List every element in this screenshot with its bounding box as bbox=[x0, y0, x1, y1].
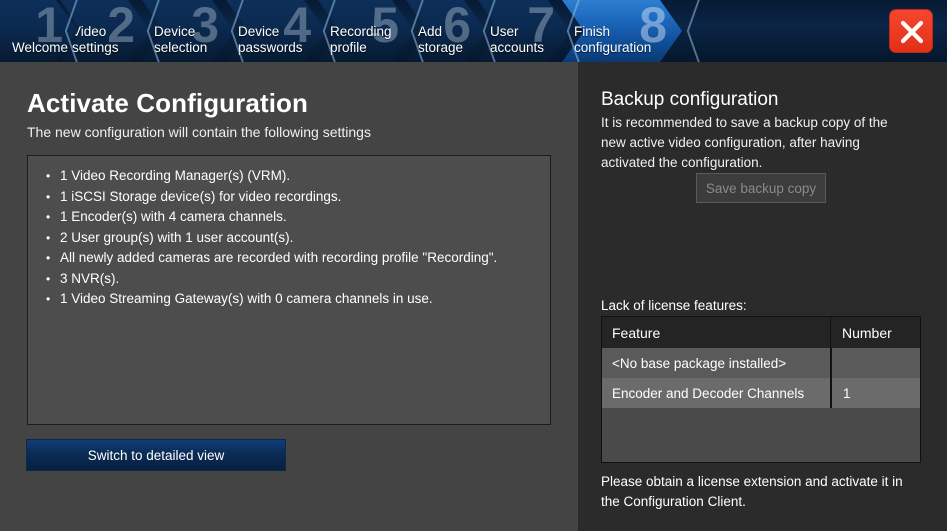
settings-list-item: All newly added cameras are recorded wit… bbox=[28, 248, 550, 269]
wizard-step-4[interactable]: 4 Device passwords bbox=[226, 0, 326, 62]
wizard-step-separator bbox=[686, 31, 702, 62]
switch-to-detailed-view-button[interactable]: Switch to detailed view bbox=[26, 439, 286, 471]
configuration-wizard-window: 1 Welcome 2 Video settings 3 Device selection… bbox=[0, 0, 947, 531]
table-header-number: Number bbox=[830, 317, 920, 348]
save-backup-copy-button[interactable]: Save backup copy bbox=[696, 173, 826, 203]
license-note: Please obtain a license extension and ac… bbox=[601, 474, 903, 509]
close-button[interactable] bbox=[889, 9, 933, 53]
backup-configuration-title: Backup configuration bbox=[601, 89, 779, 110]
wizard-step-label: Device passwords bbox=[238, 24, 303, 55]
page-subtitle: The new configuration will contain the f… bbox=[27, 124, 371, 140]
switch-to-detailed-view-label: Switch to detailed view bbox=[87, 447, 225, 463]
activate-configuration-panel: Activate Configuration The new configura… bbox=[0, 62, 578, 531]
close-icon bbox=[900, 20, 924, 44]
wizard-step-label: Add storage bbox=[418, 24, 464, 55]
wizard-step-8[interactable]: 8 Finish configuration bbox=[562, 0, 682, 62]
table-cell-feature: Encoder and Decoder Channels bbox=[612, 385, 805, 401]
settings-list-item: 1 iSCSI Storage device(s) for video reco… bbox=[28, 187, 550, 208]
configuration-summary-list: 1 Video Recording Manager(s) (VRM).1 iSC… bbox=[27, 155, 551, 425]
license-features-label: Lack of license features: bbox=[601, 298, 747, 313]
table-cell-number bbox=[830, 348, 920, 378]
table-row[interactable]: <No base package installed> bbox=[602, 348, 920, 378]
settings-list-item: 1 Video Streaming Gateway(s) with 0 came… bbox=[28, 289, 550, 310]
wizard-step-label: Device selection bbox=[154, 24, 208, 55]
table-header-row: Feature Number bbox=[602, 317, 920, 348]
backup-configuration-panel: Backup configuration It is recommended t… bbox=[578, 62, 947, 531]
wizard-step-label: Recording profile bbox=[330, 24, 392, 55]
wizard-step-label: User accounts bbox=[490, 24, 545, 55]
license-features-table: Feature Number <No base package installe… bbox=[601, 316, 921, 463]
table-cell-number: 1 bbox=[830, 378, 920, 408]
settings-list-item: 1 Encoder(s) with 4 camera channels. bbox=[28, 207, 550, 228]
table-row[interactable]: Encoder and Decoder Channels 1 bbox=[602, 378, 920, 408]
settings-list-item: 2 User group(s) with 1 user account(s). bbox=[28, 228, 550, 249]
table-cell-feature: <No base package installed> bbox=[612, 355, 787, 371]
table-header-feature: Feature bbox=[612, 324, 661, 341]
save-backup-copy-label: Save backup copy bbox=[705, 180, 817, 196]
wizard-step-label: Welcome bbox=[12, 40, 69, 55]
wizard-step-label: Finish configuration bbox=[574, 24, 652, 55]
settings-list-item: 1 Video Recording Manager(s) (VRM). bbox=[28, 166, 550, 187]
settings-list-item: 3 NVR(s). bbox=[28, 269, 550, 290]
wizard-step-header: 1 Welcome 2 Video settings 3 Device selection… bbox=[0, 0, 947, 62]
page-title: Activate Configuration bbox=[27, 88, 308, 118]
wizard-step-label: Video settings bbox=[72, 24, 119, 55]
backup-configuration-description: It is recommended to save a backup copy … bbox=[601, 115, 888, 170]
table-empty-area bbox=[602, 408, 920, 462]
wizard-step-separator bbox=[686, 0, 702, 31]
